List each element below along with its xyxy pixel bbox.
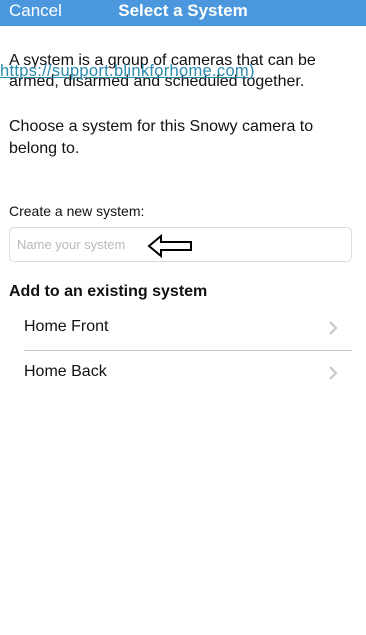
system-name-label: Home Front bbox=[24, 318, 109, 335]
support-link[interactable]: https://support.blinkforhome.com) bbox=[0, 62, 255, 81]
chevron-right-icon bbox=[329, 366, 338, 380]
choose-instruction: Choose a system for this Snowy camera to… bbox=[9, 118, 314, 157]
existing-system-heading: Add to an existing system bbox=[9, 283, 208, 300]
system-name-label: Home Back bbox=[24, 363, 107, 380]
page-title: Select a System bbox=[118, 1, 248, 20]
existing-systems-list: Home Front Home Back bbox=[24, 306, 352, 394]
create-system-label: Create a new system: bbox=[9, 203, 145, 219]
navigation-bar: Cancel Select a System bbox=[0, 0, 366, 26]
left-arrow-icon bbox=[147, 233, 192, 259]
list-item[interactable]: Home Back bbox=[24, 350, 352, 394]
list-item[interactable]: Home Front bbox=[24, 306, 352, 350]
chevron-right-icon bbox=[329, 321, 338, 335]
